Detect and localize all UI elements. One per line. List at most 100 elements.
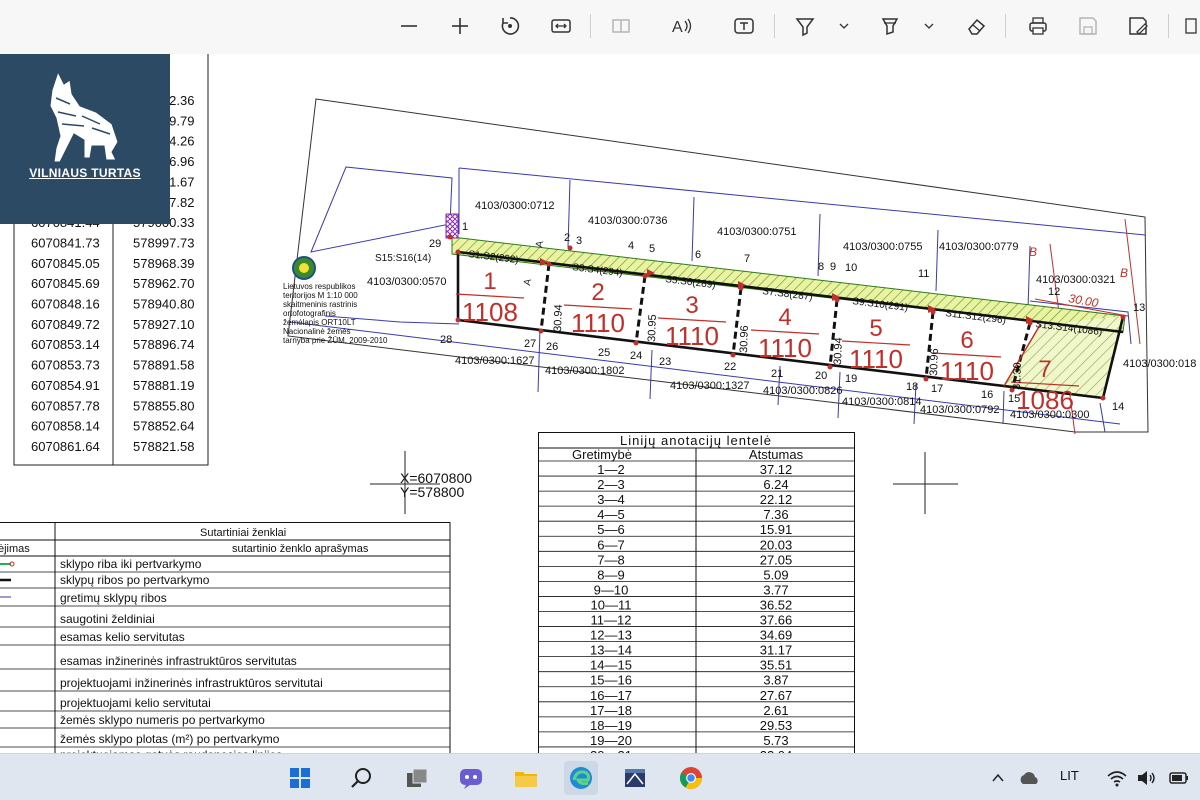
annotation-adjacency-cell: 9—10 bbox=[594, 582, 629, 597]
rotate-icon bbox=[501, 17, 520, 35]
annotation-distance-cell: 6.24 bbox=[763, 477, 788, 492]
annotation-distance-cell: 37.12 bbox=[760, 462, 793, 477]
annotation-header-distance: Atstumas bbox=[749, 447, 804, 462]
annotation-distance-cell: 20.03 bbox=[760, 537, 793, 552]
onedrive-button[interactable] bbox=[1012, 761, 1046, 795]
annotation-adjacency-cell: 2—3 bbox=[597, 477, 624, 492]
show-hidden-icons-button[interactable] bbox=[988, 761, 1008, 795]
legend-row-label: esamas inžinerinės infrastruktūros servi… bbox=[60, 654, 297, 668]
annotation-distance-cell: 5.09 bbox=[763, 567, 788, 582]
draw-options-button[interactable] bbox=[834, 10, 854, 42]
wifi-icon bbox=[1107, 771, 1127, 787]
annotation-adjacency-cell: 6—7 bbox=[597, 537, 624, 552]
battery-icon bbox=[1169, 772, 1188, 784]
annotation-distance-cell: 35.51 bbox=[760, 658, 793, 673]
cloud-icon bbox=[1020, 772, 1038, 784]
battery-button[interactable] bbox=[1166, 761, 1192, 795]
annotation-distance-cell: 27.05 bbox=[760, 552, 793, 567]
annotation-distance-cell: 37.66 bbox=[760, 613, 793, 628]
annotation-adjacency-cell: 5—6 bbox=[597, 522, 624, 537]
legend-row-label: žemės sklypo plotas (m²) po pertvarkymo bbox=[60, 732, 280, 746]
save-as-icon bbox=[1129, 17, 1148, 35]
wifi-button[interactable] bbox=[1104, 761, 1130, 795]
chrome-button[interactable] bbox=[674, 761, 708, 795]
annotation-adjacency-cell: 10—11 bbox=[591, 597, 632, 612]
pen-icon bbox=[795, 18, 815, 37]
windows-taskbar: LIT bbox=[0, 753, 1200, 800]
volume-button[interactable] bbox=[1134, 761, 1160, 795]
plus-icon bbox=[452, 18, 468, 34]
eraser-icon bbox=[968, 18, 986, 35]
text-box-icon bbox=[734, 18, 754, 34]
legend-row-label: projektuojami inžinerinės infrastruktūro… bbox=[60, 676, 323, 690]
annotation-adjacency-cell: 12—13 bbox=[590, 628, 632, 643]
annotation-adjacency-cell: 13—14 bbox=[590, 643, 632, 658]
annotation-distance-cell: 34.69 bbox=[760, 628, 793, 643]
pdf-toolbar: A bbox=[0, 0, 1200, 55]
annotation-distance-cell: 5.73 bbox=[763, 733, 788, 748]
annotation-distance-cell: 27.67 bbox=[760, 688, 793, 703]
annotation-adjacency-cell: 7—8 bbox=[597, 552, 624, 567]
legend-row-label: gretimų sklypų ribos bbox=[60, 591, 167, 605]
legend-col1-header: ėjimas bbox=[0, 543, 30, 555]
save-icon bbox=[1079, 17, 1097, 35]
book-icon bbox=[612, 19, 630, 33]
read-aloud-button[interactable]: A bbox=[667, 10, 699, 42]
task-view-icon bbox=[407, 768, 428, 787]
annotation-adjacency-cell: 4—5 bbox=[597, 507, 624, 522]
highlight-options-button[interactable] bbox=[919, 10, 939, 42]
annotation-table: Linijų anotacijų lentelė Gretimybė Atstu… bbox=[538, 432, 855, 753]
search-button[interactable] bbox=[344, 761, 378, 795]
teams-chat-button[interactable] bbox=[454, 761, 488, 795]
file-explorer-button[interactable] bbox=[509, 761, 543, 795]
more-button[interactable] bbox=[1180, 10, 1200, 42]
folder-icon bbox=[515, 772, 537, 787]
legend-col2-header: sutartinio ženklo aprašymas bbox=[232, 543, 369, 555]
annotation-header-adjacency: Gretimybė bbox=[572, 447, 632, 462]
legend-row-label: sklypų ribos po pertvarkymo bbox=[60, 573, 210, 587]
chrome-icon bbox=[680, 767, 702, 789]
chevron-down-icon bbox=[924, 23, 934, 29]
annotation-distance-cell: 15.91 bbox=[760, 522, 793, 537]
language-indicator[interactable]: LIT bbox=[1060, 768, 1079, 783]
erase-button[interactable] bbox=[960, 10, 992, 42]
app-window-button[interactable] bbox=[618, 761, 652, 795]
save-button[interactable] bbox=[1072, 10, 1104, 42]
start-button[interactable] bbox=[283, 761, 317, 795]
add-text-button[interactable] bbox=[728, 10, 760, 42]
annotation-distance-cell: 3.77 bbox=[763, 582, 788, 597]
save-as-button[interactable] bbox=[1122, 10, 1154, 42]
zoom-out-button[interactable] bbox=[393, 10, 425, 42]
pdf-document-area: 6070902.34579002.366070881.53579039.7960… bbox=[0, 54, 1200, 753]
rotate-button[interactable] bbox=[494, 10, 526, 42]
windows-icon bbox=[290, 768, 310, 788]
legend-table: Sutartiniai ženklai ėjimas sutartinio že… bbox=[0, 522, 451, 753]
logo-text: VILNIAUS TURTAS bbox=[29, 166, 141, 180]
app-window-icon bbox=[625, 769, 645, 787]
chevron-up-icon bbox=[992, 773, 1004, 782]
legend-row-label: saugotini želdiniai bbox=[60, 612, 155, 626]
annotation-adjacency-cell: 16—17 bbox=[590, 688, 632, 703]
fit-width-icon bbox=[551, 19, 571, 33]
chevron-down-icon bbox=[839, 23, 849, 29]
legend-row-label: žemės sklypo numeris po pertvarkymo bbox=[60, 713, 265, 727]
legend-row-label: esamas kelio servitutas bbox=[60, 630, 185, 644]
draw-button[interactable] bbox=[789, 10, 821, 42]
legend-title: Sutartiniai ženklai bbox=[200, 527, 286, 539]
zoom-in-button[interactable] bbox=[444, 10, 476, 42]
page-view-button[interactable] bbox=[605, 10, 637, 42]
edge-button[interactable] bbox=[564, 761, 598, 795]
edge-icon bbox=[570, 767, 592, 789]
task-view-button[interactable] bbox=[400, 761, 434, 795]
annotation-distance-cell: 22.12 bbox=[760, 492, 793, 507]
annotation-distance-cell: 36.52 bbox=[760, 597, 793, 612]
annotation-adjacency-cell: 17—18 bbox=[590, 703, 632, 718]
print-button[interactable] bbox=[1022, 10, 1054, 42]
annotation-distance-cell: 7.36 bbox=[763, 507, 788, 522]
highlight-button[interactable] bbox=[874, 10, 906, 42]
highlighter-icon bbox=[881, 18, 899, 36]
minus-icon bbox=[401, 25, 417, 27]
annotation-distance-cell: 2.61 bbox=[763, 703, 788, 718]
fit-width-button[interactable] bbox=[545, 10, 577, 42]
search-icon bbox=[351, 768, 371, 788]
